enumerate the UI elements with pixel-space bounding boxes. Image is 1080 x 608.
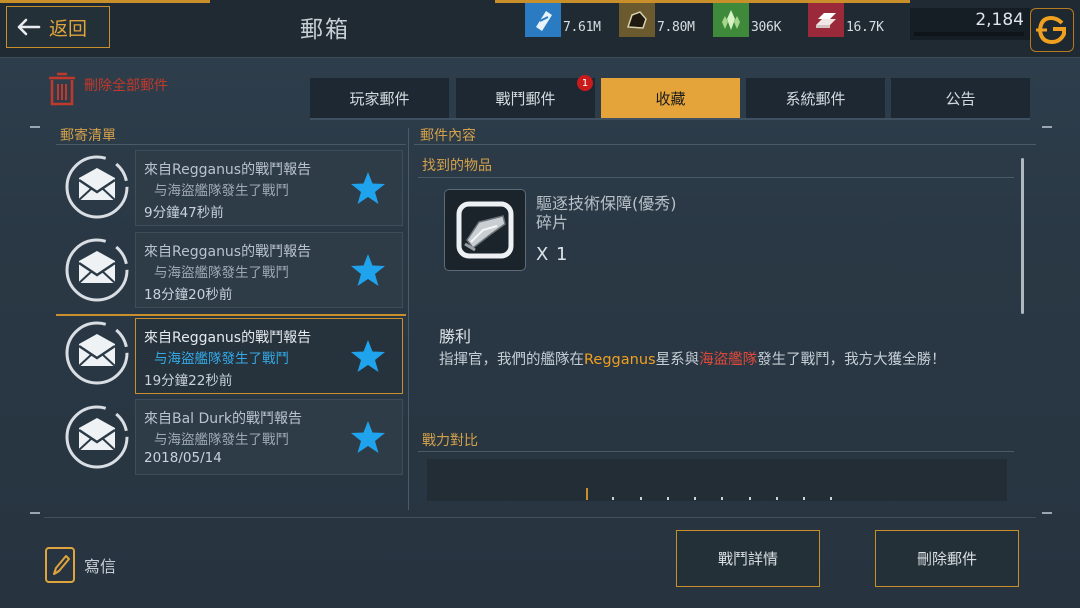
resource-ore[interactable]: 7.80M xyxy=(619,3,695,37)
star-icon[interactable] xyxy=(350,339,386,373)
star-icon[interactable] xyxy=(350,420,386,454)
resource-crystal-bag[interactable]: 7.61M xyxy=(525,3,601,37)
mail-content-title: 郵件內容 xyxy=(420,128,476,144)
reward-item-slot[interactable] xyxy=(444,189,526,271)
envelope-icon xyxy=(64,237,130,303)
delete-all-button[interactable]: 刪除全部郵件 xyxy=(46,70,168,108)
currency-g-icon[interactable] xyxy=(1030,8,1074,52)
mail-list-item[interactable]: 來自Regganus的戰鬥報告 与海盜艦隊發生了戰鬥 9分鐘47秒前 xyxy=(135,150,403,226)
back-button[interactable]: 返回 xyxy=(6,6,110,48)
star-icon[interactable] xyxy=(350,253,386,287)
found-items-label: 找到的物品 xyxy=(422,158,492,174)
write-mail-button[interactable]: 寫信 xyxy=(44,546,116,584)
ore-icon xyxy=(619,3,655,37)
arrow-left-icon xyxy=(17,18,41,36)
credits-value: 2,184 xyxy=(975,10,1024,30)
mail-list-item-selected[interactable]: 來自Regganus的戰鬥報告 与海盜艦隊發生了戰鬥 19分鐘22秒前 xyxy=(135,318,403,394)
destroyer-part-icon xyxy=(456,201,514,259)
resource-ingot[interactable]: 16.7K xyxy=(808,3,884,37)
credits-display: 2,184 xyxy=(910,8,1030,40)
mail-list-item[interactable]: 來自Regganus的戰鬥報告 与海盜艦隊發生了戰鬥 18分鐘20秒前 xyxy=(135,232,403,308)
item-quantity: X 1 xyxy=(536,244,569,265)
battle-mail-badge: 1 xyxy=(577,75,593,91)
battle-result-text: 指揮官，我們的艦隊在Regganus星系與海盜艦隊發生了戰鬥，我方大獲全勝！ xyxy=(439,352,946,368)
crystal-bag-icon xyxy=(525,3,561,37)
power-compare-ticks xyxy=(586,488,832,500)
delete-mail-button[interactable]: 刪除郵件 xyxy=(875,530,1019,587)
envelope-icon xyxy=(64,320,130,386)
pencil-icon xyxy=(45,547,75,583)
back-label: 返回 xyxy=(49,17,88,40)
content-scrollbar[interactable] xyxy=(1021,158,1024,314)
enemy-name: 海盜艦隊 xyxy=(699,352,758,368)
system-name: Regganus xyxy=(584,352,656,368)
tab-favorites[interactable]: 收藏 xyxy=(601,78,740,118)
mail-list-title: 郵寄清單 xyxy=(60,128,116,144)
page-title: 郵箱 xyxy=(300,17,350,43)
tab-announcements[interactable]: 公告 xyxy=(891,78,1030,118)
mail-list-item[interactable]: 來自Bal Durk的戰鬥報告 与海盜艦隊發生了戰鬥 2018/05/14 xyxy=(135,399,403,475)
ingot-icon xyxy=(808,3,844,37)
item-name: 驅逐技術保障(優秀) 碎片 xyxy=(536,194,677,232)
power-compare-label: 戰力對比 xyxy=(422,433,478,449)
resource-mineral[interactable]: 306K xyxy=(713,3,781,37)
mineral-icon xyxy=(713,3,749,37)
star-icon[interactable] xyxy=(350,171,386,205)
envelope-icon xyxy=(64,154,130,220)
battle-result-title: 勝利 xyxy=(439,327,472,346)
tab-battle-mail[interactable]: 戰鬥郵件 xyxy=(456,78,595,118)
tab-player-mail[interactable]: 玩家郵件 xyxy=(310,78,449,118)
trash-icon xyxy=(49,72,75,106)
envelope-icon xyxy=(64,404,130,470)
battle-details-button[interactable]: 戰鬥詳情 xyxy=(676,530,820,587)
tab-system-mail[interactable]: 系統郵件 xyxy=(746,78,885,118)
